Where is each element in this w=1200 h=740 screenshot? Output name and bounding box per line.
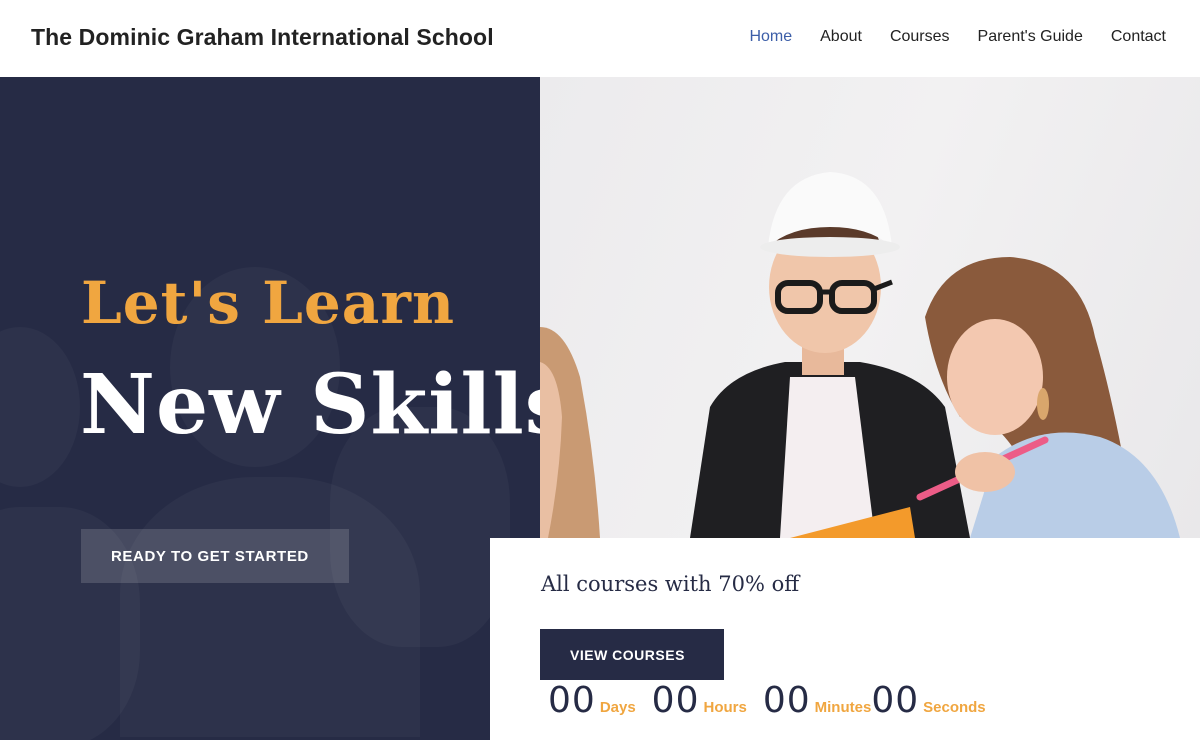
nav-link-home[interactable]: Home: [749, 28, 792, 46]
countdown-hours-value: 00: [651, 680, 700, 721]
site-header: The Dominic Graham International School …: [0, 0, 1200, 77]
site-brand[interactable]: The Dominic Graham International School: [31, 24, 494, 51]
view-courses-button[interactable]: VIEW COURSES: [540, 629, 724, 680]
countdown-timer: 00 Days 00 Hours 00 Minutes 00 Seconds: [548, 680, 1002, 721]
nav-link-about[interactable]: About: [820, 28, 862, 46]
countdown-hours-label: Hours: [703, 699, 747, 716]
students-photo-illustration: [540, 172, 1180, 538]
countdown-seconds-value: 00: [871, 680, 920, 721]
hero-photo: [540, 77, 1200, 538]
hero-headline-main: New Skills: [80, 357, 540, 453]
hero-headline-top: Let's Learn: [81, 269, 456, 337]
nav-link-courses[interactable]: Courses: [890, 28, 950, 46]
offer-text: All courses with 70% off: [541, 572, 800, 596]
nav-link-contact[interactable]: Contact: [1111, 28, 1166, 46]
countdown-minutes-label: Minutes: [814, 699, 872, 716]
countdown-seconds: 00 Seconds: [871, 680, 985, 721]
offer-panel: All courses with 70% off VIEW COURSES 00…: [490, 538, 1200, 740]
countdown-seconds-label: Seconds: [923, 699, 986, 716]
countdown-minutes-value: 00: [762, 680, 811, 721]
countdown-days-label: Days: [599, 699, 636, 716]
countdown-days-value: 00: [548, 680, 596, 721]
nav-link-parents-guide[interactable]: Parent's Guide: [978, 28, 1083, 46]
countdown-days: 00 Days: [548, 680, 636, 721]
get-started-button[interactable]: READY TO GET STARTED: [81, 529, 349, 583]
countdown-minutes: 00 Minutes: [763, 680, 871, 721]
main-nav: Home About Courses Parent's Guide Contac…: [749, 28, 1166, 46]
countdown-hours: 00 Hours: [652, 680, 747, 721]
hero-panel: Let's Learn New Skills READY TO GET STAR…: [0, 77, 540, 740]
background-figure: [0, 327, 80, 487]
